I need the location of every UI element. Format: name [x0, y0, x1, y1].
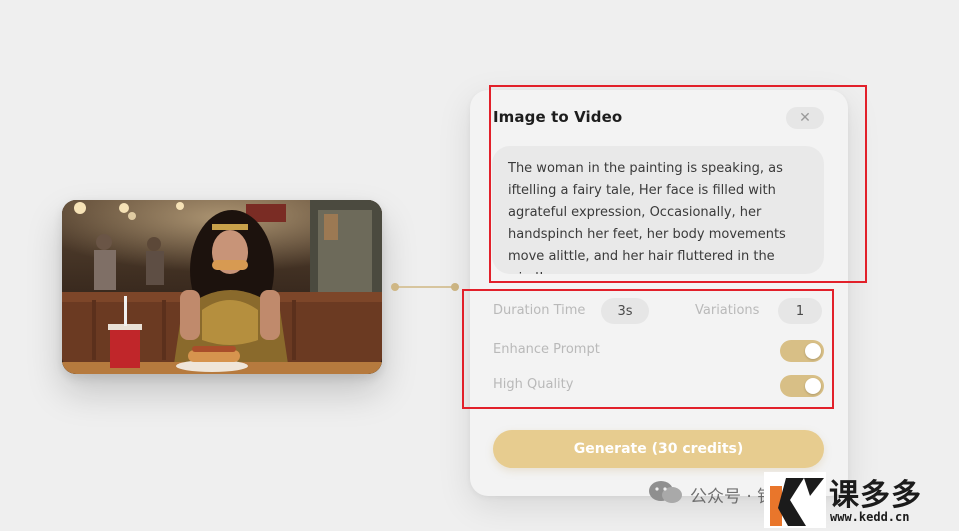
- generate-button[interactable]: Generate (30 credits): [493, 430, 824, 468]
- brand-logo-icon: [764, 472, 826, 528]
- diner-photo: [62, 200, 382, 374]
- connector-dot-right: [451, 283, 459, 291]
- watermark-account: 公众号 · 铅: [690, 487, 775, 507]
- annotation-box-settings: [462, 289, 834, 409]
- canvas: Image to Video ✕ The woman in the painti…: [0, 0, 959, 531]
- wechat-icon: [649, 481, 682, 503]
- connector-dot-left: [391, 283, 399, 291]
- annotation-box-prompt: [489, 85, 867, 283]
- connector-line: [391, 283, 459, 291]
- watermark-brand: 课多多: [829, 478, 922, 513]
- source-image: [62, 200, 382, 374]
- watermark-url: www.kedd.cn: [830, 510, 910, 524]
